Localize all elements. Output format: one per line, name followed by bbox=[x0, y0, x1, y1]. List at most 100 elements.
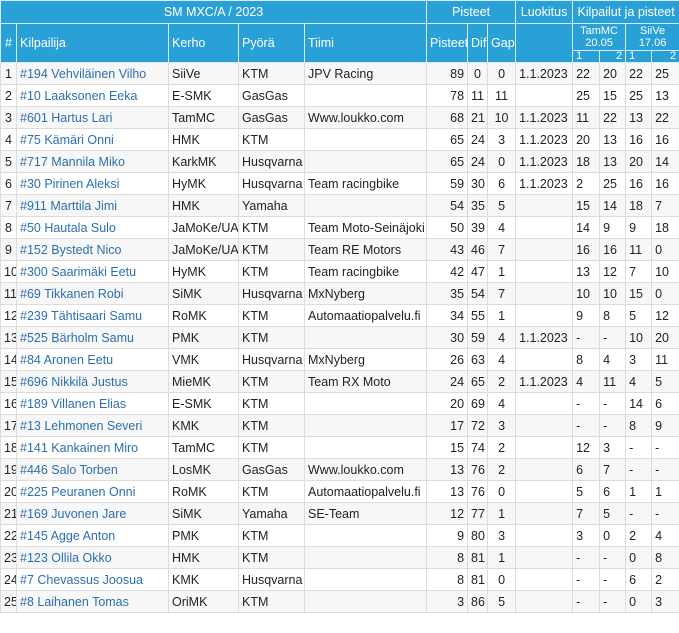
rider-name-link[interactable]: #50 Hautala Sulo bbox=[16, 216, 169, 239]
dif-cell: 39 bbox=[467, 216, 489, 239]
bike-cell: KTM bbox=[238, 304, 305, 327]
rider-name-link[interactable]: #13 Lehmonen Severi bbox=[16, 414, 169, 437]
heat-points-cell: 6 bbox=[651, 392, 679, 415]
heat-points-cell: 13 bbox=[651, 84, 679, 107]
heat-points-cell: - bbox=[572, 546, 601, 569]
heat-points-cell: 3 bbox=[599, 436, 627, 459]
rider-name-link[interactable]: #75 Kämäri Onni bbox=[16, 128, 169, 151]
table-row: 21#169 Juvonen JareSiMKYamahaSE-Team1277… bbox=[0, 502, 679, 525]
points-cell: 30 bbox=[426, 326, 469, 349]
rank-cell: 13 bbox=[0, 326, 17, 349]
dif-cell: 0 bbox=[467, 62, 489, 85]
heat-points-cell: 10 bbox=[599, 282, 627, 305]
points-cell: 68 bbox=[426, 106, 469, 129]
heat-points-cell: 0 bbox=[599, 524, 627, 547]
heat-points-cell: 0 bbox=[651, 238, 679, 261]
team-cell bbox=[303, 150, 428, 173]
heat-points-cell: - bbox=[572, 326, 601, 349]
rank-cell: 6 bbox=[0, 172, 17, 195]
rider-name-link[interactable]: #911 Marttila Jimi bbox=[16, 194, 169, 217]
dif-column-header[interactable]: Dif bbox=[467, 23, 489, 63]
heat-points-cell: 20 bbox=[572, 128, 601, 151]
rider-name-link[interactable]: #300 Saarimäki Eetu bbox=[16, 260, 169, 283]
team-cell bbox=[303, 524, 428, 547]
classification-cell bbox=[515, 194, 574, 217]
rider-name-link[interactable]: #446 Salo Torben bbox=[16, 458, 169, 481]
rider-name-link[interactable]: #152 Bystedt Nico bbox=[16, 238, 169, 261]
club-cell: HMK bbox=[168, 546, 239, 569]
table-row: 3 #601 Hartus Lari TamMC GasGas Www.loukko.c… bbox=[0, 106, 679, 129]
gap-cell: 7 bbox=[487, 282, 517, 305]
gap-cell: 4 bbox=[487, 392, 517, 415]
rider-name-link[interactable]: #30 Pirinen Aleksi bbox=[16, 172, 169, 195]
bike-cell: KTM bbox=[238, 238, 305, 261]
rider-name-link[interactable]: #525 Bärholm Samu bbox=[16, 326, 169, 349]
header-row-top: SM MXC/A / 2023 Pisteet Luokitus Kilpail… bbox=[0, 0, 679, 24]
rider-name-link[interactable]: #239 Tähtisaari Samu bbox=[16, 304, 169, 327]
club-cell: SiMK bbox=[168, 282, 239, 305]
rider-column-header[interactable]: Kilpailija bbox=[16, 23, 169, 63]
gap-cell: 1 bbox=[487, 260, 517, 283]
heat-points-cell: 0 bbox=[625, 590, 653, 613]
rider-name-link[interactable]: #141 Kankainen Miro bbox=[16, 436, 169, 459]
heat-points-cell: - bbox=[572, 590, 601, 613]
rank-cell: 23 bbox=[0, 546, 17, 569]
points-cell: 8 bbox=[426, 568, 469, 591]
rider-name-link[interactable]: #194 Vehviläinen Vilho bbox=[16, 62, 169, 85]
rider-name-link[interactable]: #10 Laaksonen Eeka bbox=[16, 84, 169, 107]
table-row: 20#225 Peuranen OnniRoMKKTMAutomaatiopal… bbox=[0, 480, 679, 503]
gap-cell: 3 bbox=[487, 128, 517, 151]
classification-cell bbox=[515, 304, 574, 327]
heat-header: 2 bbox=[651, 50, 679, 63]
dif-cell: 81 bbox=[467, 568, 489, 591]
bike-column-header[interactable]: Pyörä bbox=[238, 23, 305, 63]
team-cell bbox=[303, 414, 428, 437]
classification-cell bbox=[515, 480, 574, 503]
heat-points-cell: - bbox=[625, 436, 653, 459]
rank-cell: 9 bbox=[0, 238, 17, 261]
rider-name-link[interactable]: #696 Nikkilä Justus bbox=[16, 370, 169, 393]
race-header-siive[interactable]: SiiVe 17.06 bbox=[625, 23, 679, 51]
rank-column-header[interactable]: # bbox=[0, 23, 17, 63]
points-cell: 13 bbox=[426, 480, 469, 503]
club-cell: VMK bbox=[168, 348, 239, 371]
club-column-header[interactable]: Kerho bbox=[168, 23, 239, 63]
gap-cell: 1 bbox=[487, 304, 517, 327]
heat-points-cell: 6 bbox=[599, 480, 627, 503]
table-row: 5 #717 Mannila Miko KarkMK Husqvarna 65 24 0 1.… bbox=[0, 150, 679, 173]
dif-cell: 24 bbox=[467, 150, 489, 173]
club-cell: JaMoKe/UA bbox=[168, 238, 239, 261]
classification-cell bbox=[515, 348, 574, 371]
gap-column-header[interactable]: Gap bbox=[487, 23, 517, 63]
rider-name-link[interactable]: #717 Mannila Miko bbox=[16, 150, 169, 173]
dif-cell: 59 bbox=[467, 326, 489, 349]
team-column-header[interactable]: Tiimi bbox=[303, 23, 428, 63]
points-column-header[interactable]: Pisteet bbox=[426, 23, 469, 63]
rank-cell: 1 bbox=[0, 62, 17, 85]
heat-points-cell: 5 bbox=[625, 304, 653, 327]
rider-name-link[interactable]: #84 Aronen Eetu bbox=[16, 348, 169, 371]
rider-name-link[interactable]: #123 Ollila Okko bbox=[16, 546, 169, 569]
heat-header: 2 bbox=[599, 50, 627, 63]
gap-cell: 7 bbox=[487, 238, 517, 261]
rider-name-link[interactable]: #225 Peuranen Onni bbox=[16, 480, 169, 503]
rider-name-link[interactable]: #69 Tikkanen Robi bbox=[16, 282, 169, 305]
standings-body: 1 #194 Vehviläinen Vilho SiiVe KTM JPV Racin… bbox=[0, 62, 679, 613]
gap-cell: 11 bbox=[487, 84, 517, 107]
rider-name-link[interactable]: #189 Villanen Elias bbox=[16, 392, 169, 415]
heat-points-cell: 3 bbox=[625, 348, 653, 371]
heat-points-cell: 2 bbox=[625, 524, 653, 547]
race-header-tammc[interactable]: TamMC 20.05 bbox=[572, 23, 627, 51]
classification-cell: 1.1.2023 bbox=[515, 172, 574, 195]
bike-cell: Yamaha bbox=[238, 194, 305, 217]
rider-name-link[interactable]: #169 Juvonen Jare bbox=[16, 502, 169, 525]
classification-cell: 1.1.2023 bbox=[515, 62, 574, 85]
rider-name-link[interactable]: #601 Hartus Lari bbox=[16, 106, 169, 129]
classification-cell bbox=[515, 84, 574, 107]
rider-name-link[interactable]: #8 Laihanen Tomas bbox=[16, 590, 169, 613]
rider-name-link[interactable]: #145 Agge Anton bbox=[16, 524, 169, 547]
classification-cell bbox=[515, 260, 574, 283]
club-cell: SiiVe bbox=[168, 62, 239, 85]
rider-name-link[interactable]: #7 Chevassus Joosua bbox=[16, 568, 169, 591]
gap-cell: 2 bbox=[487, 458, 517, 481]
